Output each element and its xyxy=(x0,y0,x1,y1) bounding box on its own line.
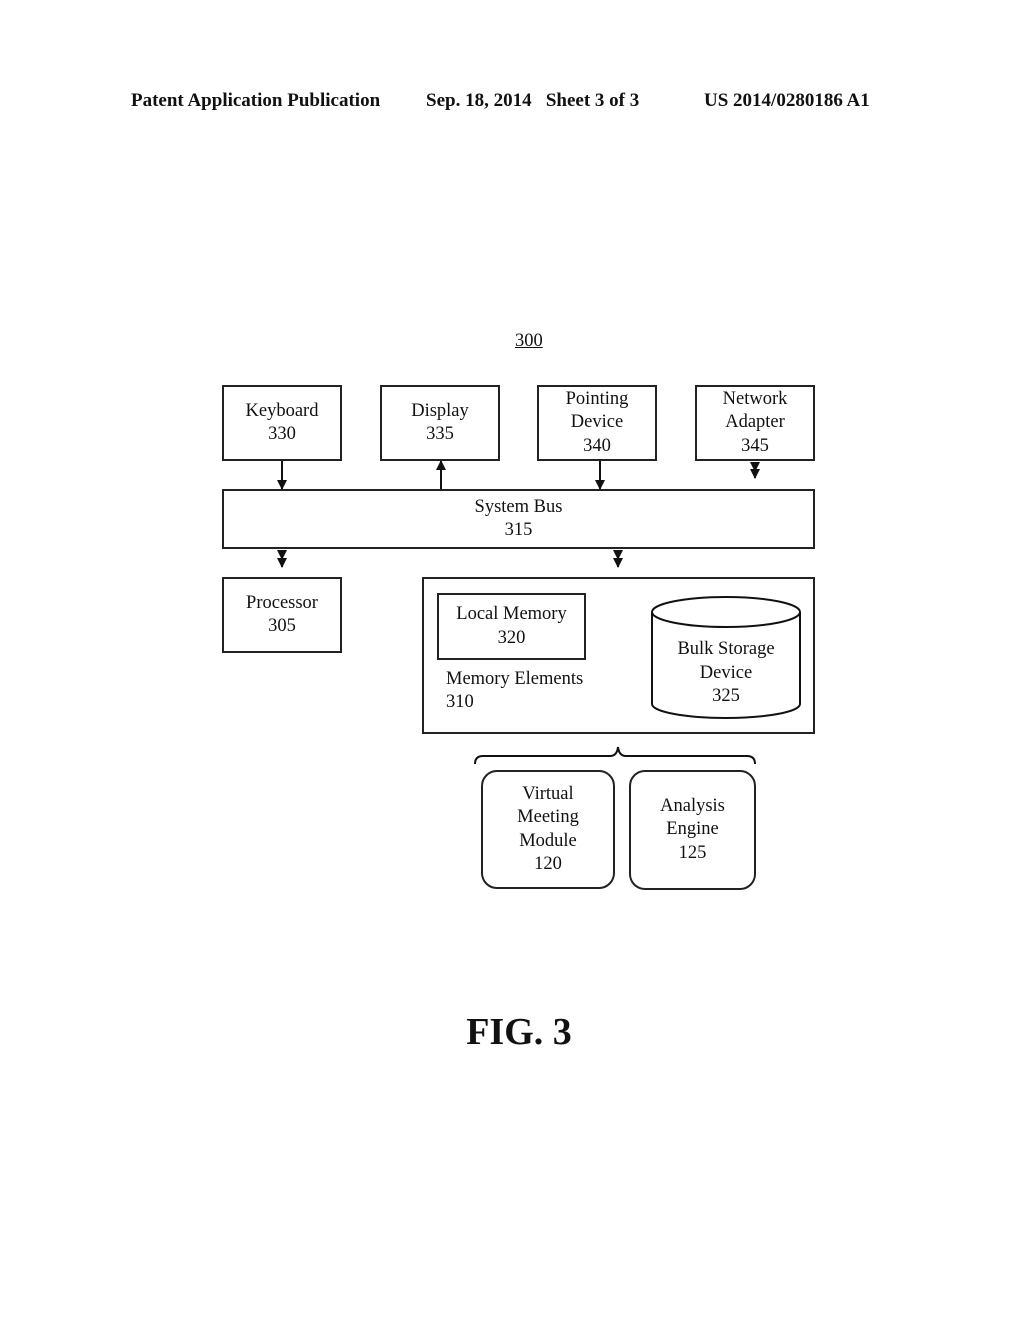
memory-elements-number: 310 xyxy=(446,692,474,712)
bulk-storage-label-line2: Device xyxy=(699,662,753,683)
system-bus-number: 315 xyxy=(504,520,533,540)
display-block: Display 335 xyxy=(380,385,500,461)
figure-caption: FIG. 3 xyxy=(466,1011,572,1053)
local-memory-block: Local Memory 320 xyxy=(437,593,586,660)
network-adapter-number: 345 xyxy=(741,435,769,456)
pointing-device-label-line1: Pointing xyxy=(565,388,629,409)
virtual-meeting-module-block: Virtual Meeting Module 120 xyxy=(481,770,615,889)
system-bus-block: System Bus 315 xyxy=(222,489,815,549)
display-label: Display xyxy=(411,400,469,421)
keyboard-label: Keyboard xyxy=(245,400,319,421)
bulk-storage-number: 325 xyxy=(712,686,740,706)
analysis-engine-label-line1: Analysis xyxy=(660,795,725,816)
analysis-engine-block: Analysis Engine 125 xyxy=(629,770,756,890)
grouping-brace xyxy=(474,746,756,765)
analysis-engine-number: 125 xyxy=(678,842,707,863)
analysis-engine-label-line2: Engine xyxy=(666,819,719,840)
network-adapter-label-line1: Network xyxy=(722,388,788,409)
local-memory-number: 320 xyxy=(497,627,526,648)
network-adapter-block: Network Adapter 345 xyxy=(695,385,815,461)
memory-elements-label: Memory Elements xyxy=(446,669,584,689)
processor-block: Processor 305 xyxy=(222,577,342,653)
keyboard-number: 330 xyxy=(268,424,296,444)
local-memory-label: Local Memory xyxy=(456,604,567,624)
virtual-meeting-label-line1: Virtual xyxy=(522,783,574,804)
virtual-meeting-label-line2: Meeting xyxy=(517,807,579,827)
processor-number: 305 xyxy=(268,616,296,636)
pointing-device-number: 340 xyxy=(583,435,611,456)
processor-label: Processor xyxy=(246,592,318,613)
network-adapter-label-line2: Adapter xyxy=(725,412,785,433)
virtual-meeting-number: 120 xyxy=(534,854,562,874)
virtual-meeting-label-line3: Module xyxy=(519,830,577,851)
bulk-storage-text: Bulk Storage Device 325 xyxy=(652,638,800,709)
keyboard-block: Keyboard 330 xyxy=(222,385,342,461)
system-bus-label: System Bus xyxy=(474,496,563,517)
pointing-device-label-line2: Device xyxy=(570,412,624,433)
display-number: 335 xyxy=(426,424,454,444)
bulk-storage-label-line1: Bulk Storage xyxy=(677,639,775,659)
pointing-device-block: Pointing Device 340 xyxy=(537,385,657,461)
